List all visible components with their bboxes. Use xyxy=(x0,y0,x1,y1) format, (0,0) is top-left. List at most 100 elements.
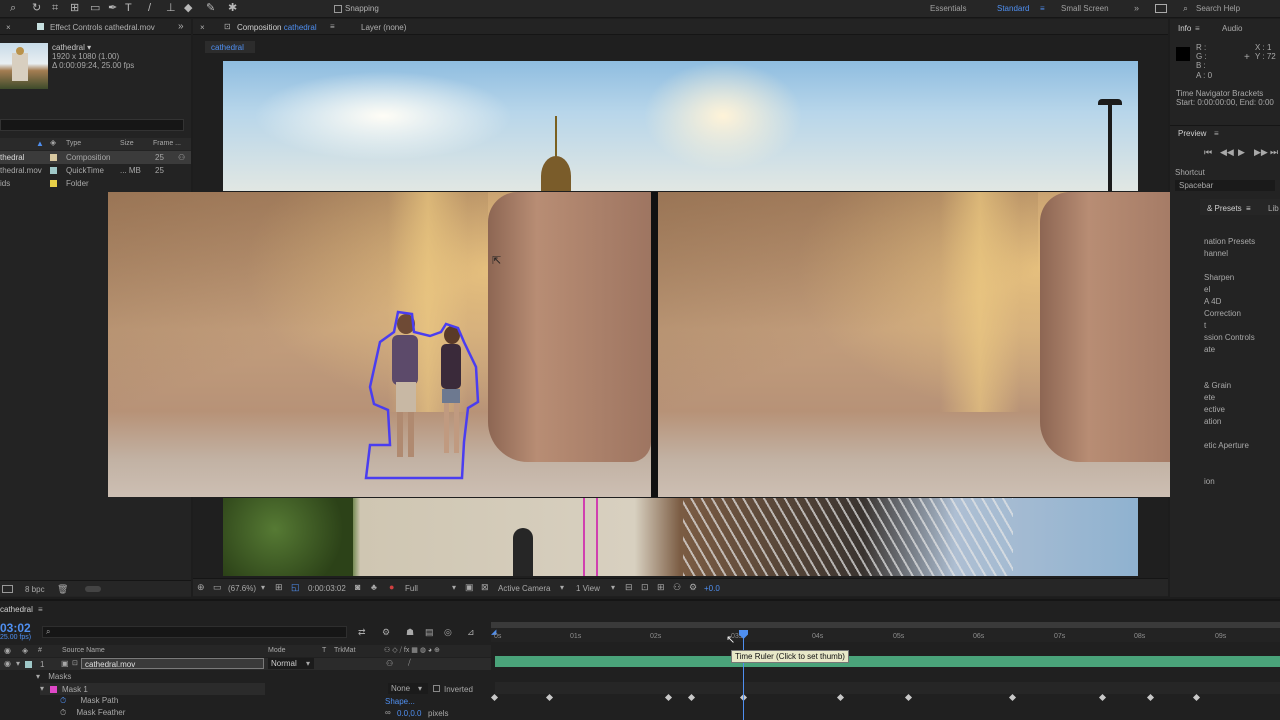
effects-category[interactable]: ion xyxy=(1204,475,1215,488)
interpret-footage-icon[interactable] xyxy=(2,585,13,593)
link-icon[interactable]: ∞ xyxy=(385,708,391,717)
project-item-row[interactable]: thedral.mov QuickTime ... MB 25 xyxy=(0,164,191,177)
current-time-indicator[interactable] xyxy=(743,630,744,720)
column-trkmat[interactable]: TrkMat xyxy=(334,647,356,654)
composition-viewer-top[interactable] xyxy=(223,61,1138,191)
mask-row[interactable]: ▾ Mask 1 xyxy=(40,683,265,695)
quality-switch-icon[interactable]: ⧸ xyxy=(408,658,411,668)
current-time-display[interactable]: 0:00:03:02 xyxy=(308,584,346,593)
mask-name[interactable]: Mask 1 xyxy=(62,685,88,694)
mask-feather-row[interactable]: ⏱ Mask Feather xyxy=(60,708,125,718)
first-frame-icon[interactable]: ⏮ xyxy=(1204,147,1212,158)
close-icon[interactable]: × xyxy=(200,23,205,32)
label-color-swatch[interactable] xyxy=(50,180,57,187)
play-icon[interactable]: ▶ xyxy=(1238,147,1245,158)
effects-presets-tab[interactable]: & Presets xyxy=(1207,204,1242,213)
stopwatch-icon[interactable]: ⏱ xyxy=(60,696,66,705)
mask-visibility-icon[interactable]: ◱ xyxy=(291,582,300,593)
stopwatch-icon[interactable]: ⏱ xyxy=(60,708,66,717)
label-color-swatch[interactable] xyxy=(25,661,32,668)
close-icon[interactable]: × xyxy=(6,23,11,32)
shy-layers-icon[interactable]: ☗ xyxy=(406,627,414,638)
effects-category[interactable]: hannel xyxy=(1204,247,1228,260)
info-tab[interactable]: Info xyxy=(1178,24,1191,33)
last-frame-icon[interactable]: ⏭ xyxy=(1270,147,1278,158)
layer-row[interactable]: ◉ ▾ 1 ▣ ⊡ cathedral.mov Normal ▾ ⚇ ⧸ xyxy=(0,658,491,670)
next-frame-icon[interactable]: ▶▶ xyxy=(1254,147,1268,158)
draft-3d-icon[interactable]: ⚙ xyxy=(382,627,390,638)
monitor-icon[interactable]: ▭ xyxy=(213,582,222,593)
composition-navigator-tab[interactable]: cathedral xyxy=(205,41,255,53)
workspace-overflow-icon[interactable]: » xyxy=(1134,3,1139,13)
pan-behind-tool-icon[interactable]: ⊞ xyxy=(70,2,79,15)
workspace-menu-icon[interactable]: ≡ xyxy=(1040,4,1045,13)
always-preview-icon[interactable]: ⊕ xyxy=(197,582,205,593)
layer-duration-bar[interactable] xyxy=(495,656,1280,667)
flowchart-icon[interactable]: ⚇ xyxy=(178,151,185,164)
clone-stamp-tool-icon[interactable]: ⊥ xyxy=(166,2,176,15)
column-type[interactable]: Type xyxy=(66,140,81,147)
panel-menu-icon[interactable]: ≡ xyxy=(1246,204,1251,213)
video-eye-icon[interactable]: ◉ xyxy=(4,659,11,668)
panel-overflow-icon[interactable]: » xyxy=(178,21,184,32)
preview-tab[interactable]: Preview xyxy=(1178,129,1206,138)
sort-arrow-icon[interactable]: ▲ xyxy=(36,139,44,148)
search-help-input[interactable]: Search Help xyxy=(1196,4,1240,13)
workspace-small-screen[interactable]: Small Screen xyxy=(1061,4,1109,13)
lock-icon[interactable]: ⊡ xyxy=(224,22,231,31)
column-t[interactable]: T xyxy=(322,647,326,654)
layer-name-field[interactable]: cathedral.mov xyxy=(81,658,264,669)
column-size[interactable]: Size xyxy=(120,140,134,147)
show-snapshot-icon[interactable]: ♣ xyxy=(371,582,377,592)
snapping-checkbox[interactable] xyxy=(334,5,342,13)
pen-tool-icon[interactable]: ✒ xyxy=(108,2,117,15)
mask-shape-link[interactable]: Shape... xyxy=(385,697,415,706)
composition-tab[interactable]: Composition cathedral xyxy=(237,23,317,32)
timeline-comp-tab[interactable]: cathedral xyxy=(0,605,33,614)
search-icon[interactable]: ⌕ xyxy=(10,2,16,15)
column-mode[interactable]: Mode xyxy=(268,647,286,654)
reset-exposure-icon[interactable]: ⚙ xyxy=(689,582,697,593)
effects-category[interactable]: etic Aperture xyxy=(1204,439,1249,452)
audio-tab[interactable]: Audio xyxy=(1222,24,1242,33)
timeline-search-input[interactable]: ⌕ xyxy=(42,626,347,638)
shortcut-dropdown[interactable]: Spacebar xyxy=(1175,180,1275,191)
project-scrollbar[interactable] xyxy=(85,586,101,592)
puppet-tool-icon[interactable]: ✱ xyxy=(228,2,237,15)
column-frame-rate[interactable]: Frame ... xyxy=(153,140,181,147)
composition-menu-icon[interactable]: ≡ xyxy=(330,22,335,31)
timeline-current-time[interactable]: 03:02 xyxy=(0,621,31,635)
expand-triangle-icon[interactable]: ▾ xyxy=(40,684,44,693)
channel-icon[interactable]: ● xyxy=(389,582,394,592)
effects-category[interactable]: Correction xyxy=(1204,307,1241,320)
brush-tool-icon[interactable]: / xyxy=(148,2,151,15)
workspace-essentials[interactable]: Essentials xyxy=(930,4,966,13)
resolution-dropdown[interactable]: Full xyxy=(405,584,418,593)
label-color-swatch[interactable] xyxy=(50,154,57,161)
type-tool-icon[interactable]: T xyxy=(125,2,132,15)
time-ruler[interactable]: ◢ xyxy=(491,628,1280,642)
graph-editor-icon[interactable]: ⊿ xyxy=(467,627,475,638)
label-color-swatch[interactable] xyxy=(50,167,57,174)
comp-mini-flowchart-icon[interactable]: ⇄ xyxy=(358,627,366,638)
grid-icon[interactable]: ⊞ xyxy=(275,582,283,593)
libraries-tab[interactable]: Lib xyxy=(1268,204,1279,213)
panel-menu-icon[interactable]: ≡ xyxy=(1195,24,1200,33)
timeline-icon[interactable]: ⊞ xyxy=(657,582,665,593)
project-item-name[interactable]: cathedral ▾ xyxy=(52,43,91,52)
masks-group-label[interactable]: ▾ Masks xyxy=(36,672,71,681)
roto-mask-outline[interactable] xyxy=(364,310,480,480)
after-image[interactable] xyxy=(658,192,1203,497)
fast-previews-icon[interactable]: ⊡ xyxy=(641,582,649,593)
camera-dropdown[interactable]: Active Camera xyxy=(498,584,550,593)
project-item-row[interactable]: thedral Composition 25 ⚇ xyxy=(0,151,191,164)
motion-blur-icon[interactable]: ◎ xyxy=(444,627,452,638)
inverted-checkbox[interactable] xyxy=(433,685,440,692)
project-item-row[interactable]: ids Folder xyxy=(0,177,191,190)
roto-brush-tool-icon[interactable]: ✎ xyxy=(206,2,215,15)
mask-path-row[interactable]: ⏱ Mask Path xyxy=(60,696,118,706)
mask-feather-value[interactable]: 0.0,0.0 xyxy=(397,709,421,718)
mask-color-swatch[interactable] xyxy=(50,686,57,693)
project-search-input[interactable] xyxy=(0,119,184,131)
rotation-tool-icon[interactable]: ↻ xyxy=(32,2,41,15)
